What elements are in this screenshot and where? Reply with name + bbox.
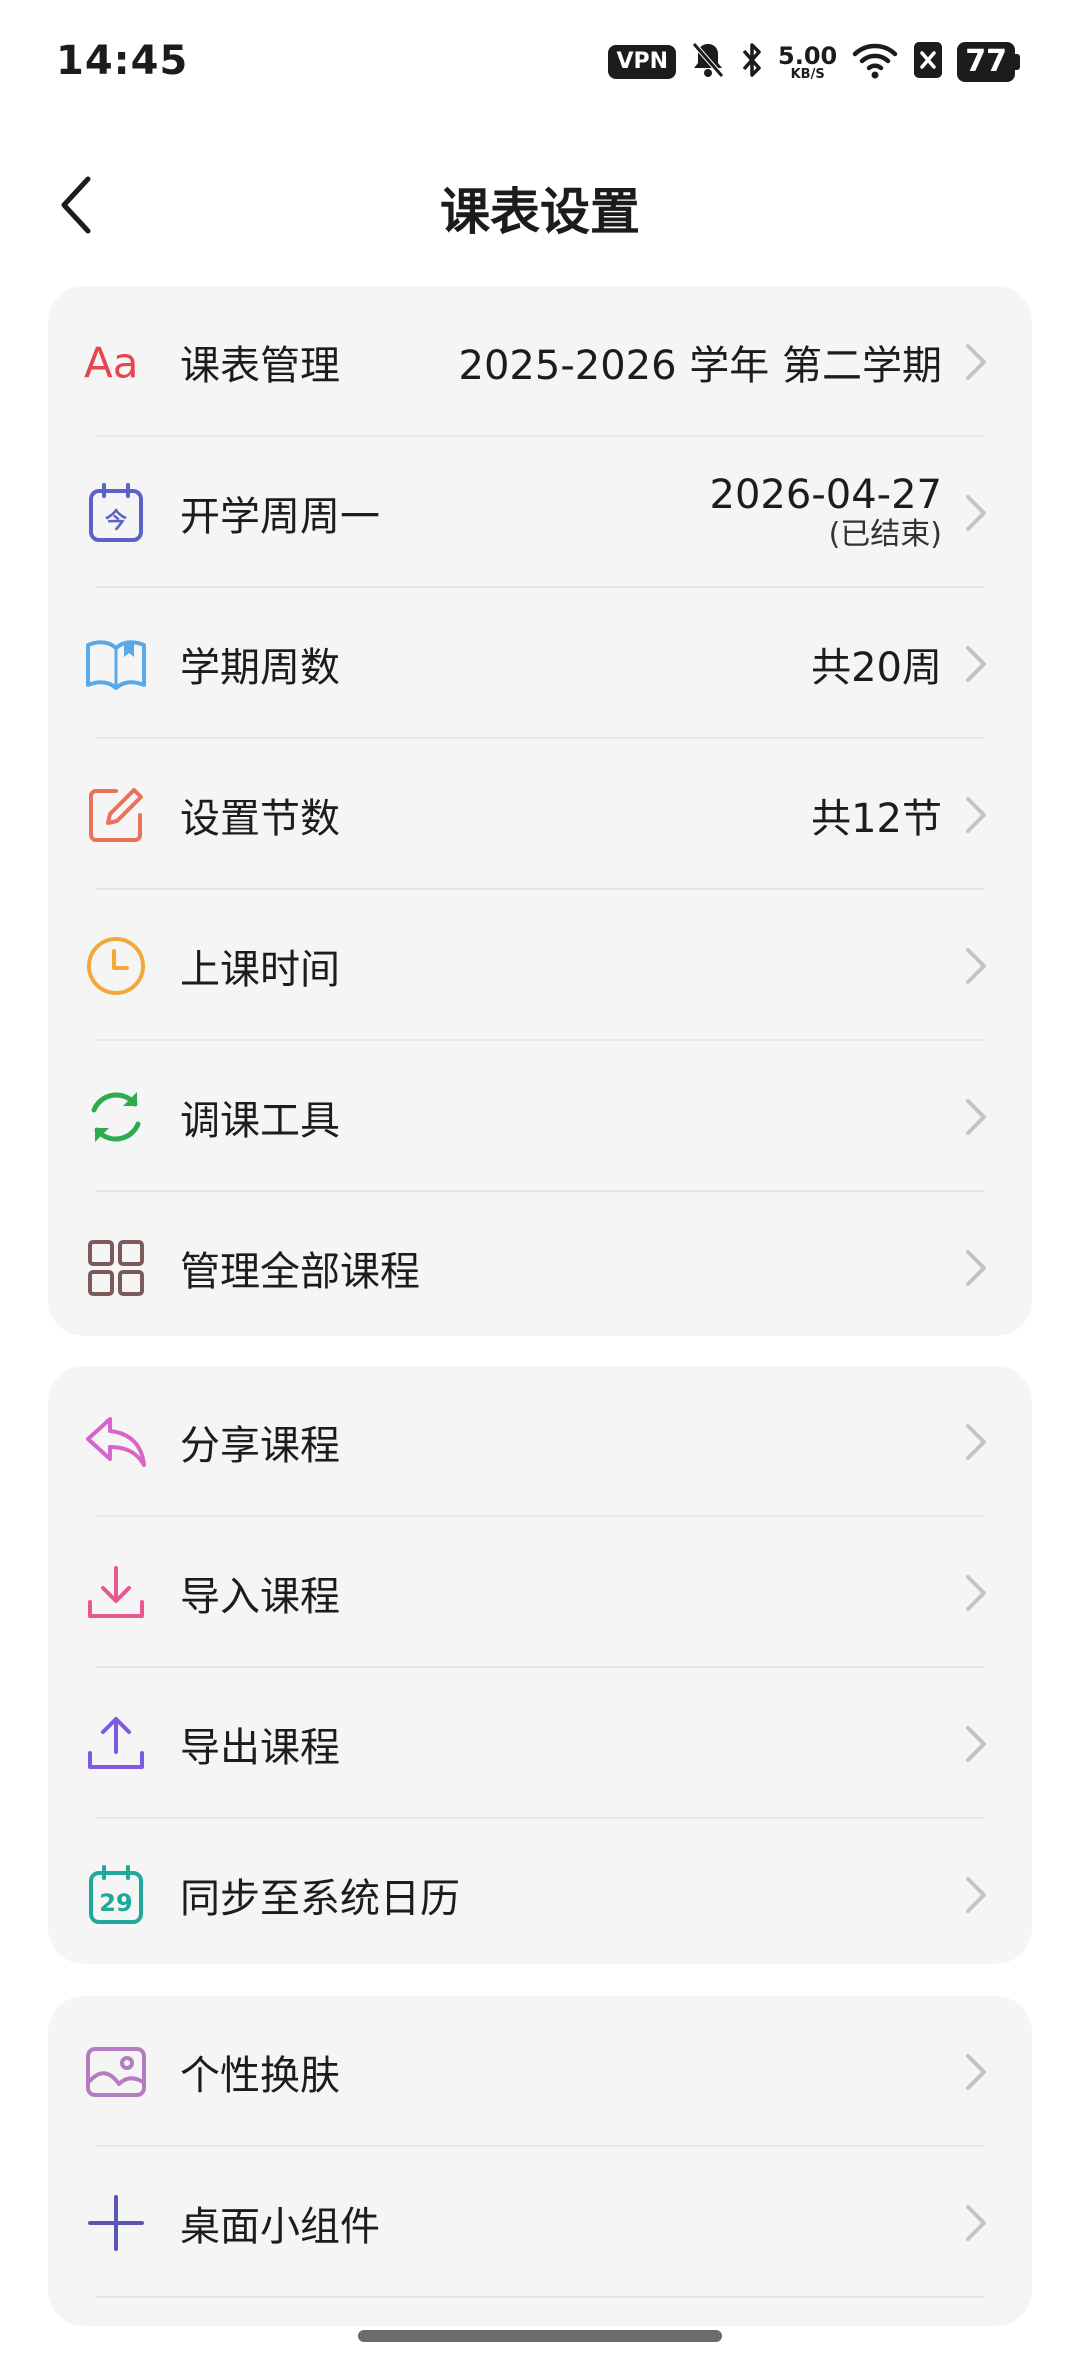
row-class-time[interactable]: 上课时间 [48, 890, 1032, 1041]
row-label: 开学周周一 [180, 493, 380, 540]
plus-icon [84, 2191, 148, 2255]
edit-icon [84, 783, 148, 847]
upload-icon [84, 1712, 148, 1776]
chevron-right-icon [966, 1726, 986, 1762]
row-label: 桌面小组件 [180, 2203, 380, 2250]
row-term-start[interactable]: 今 开学周周一 2026-04-27 (已结束) [48, 437, 1032, 588]
chevron-right-icon [966, 1877, 986, 1913]
status-time: 14:45 [56, 38, 189, 84]
sim-off-icon [913, 41, 943, 83]
battery-level: 77 [957, 42, 1015, 82]
wifi-icon [851, 41, 899, 83]
status-bar: 14:45 VPN 5.00 KB/S 77 [0, 0, 1080, 120]
row-label: 导出课程 [180, 1724, 340, 1771]
row-schedule-manage[interactable]: Aa 课表管理 2025-2026 学年 第二学期 [48, 286, 1032, 437]
row-label: 导入课程 [180, 1573, 340, 1620]
row-label: 管理全部课程 [180, 1248, 420, 1295]
chevron-right-icon [966, 2054, 986, 2090]
term-start-date: 2026-04-27 [709, 471, 942, 518]
chevron-right-icon [966, 1099, 986, 1135]
chevron-right-icon [966, 948, 986, 984]
download-icon [84, 1561, 148, 1625]
bluetooth-icon [740, 40, 764, 84]
row-term-weeks[interactable]: 学期周数 共20周 [48, 588, 1032, 739]
row-label: 学期周数 [180, 644, 340, 691]
battery-icon: 77 [957, 42, 1020, 82]
bell-off-icon [690, 40, 726, 84]
status-icons: VPN 5.00 KB/S 77 [608, 40, 1020, 84]
clock-icon [84, 934, 148, 998]
schedule-settings-card: Aa 课表管理 2025-2026 学年 第二学期 今 开学周周一 2026-0… [48, 286, 1032, 1336]
chevron-right-icon [966, 1424, 986, 1460]
chevron-right-icon [966, 344, 986, 380]
book-icon [84, 632, 148, 696]
image-icon [84, 2040, 148, 2104]
chevron-right-icon [966, 2205, 986, 2241]
share-icon [84, 1410, 148, 1474]
row-export-courses[interactable]: 导出课程 [48, 1668, 1032, 1819]
row-label: 上课时间 [180, 946, 340, 993]
vpn-icon: VPN [608, 45, 677, 79]
term-status: (已结束) [828, 516, 942, 552]
row-class-count[interactable]: 设置节数 共12节 [48, 739, 1032, 890]
app-header: 课表设置 [0, 160, 1080, 250]
row-label: 设置节数 [180, 795, 340, 842]
row-widgets[interactable]: 桌面小组件 [48, 2147, 1032, 2298]
network-speed: 5.00 KB/S [778, 44, 837, 81]
row-value: 2025-2026 学年 第二学期 [458, 342, 942, 389]
chevron-right-icon [966, 495, 986, 531]
row-skin[interactable]: 个性换肤 [48, 1996, 1032, 2147]
calendar-29-icon: 29 [84, 1863, 148, 1927]
row-label: 分享课程 [180, 1422, 340, 1469]
row-value: 共20周 [811, 644, 942, 691]
svg-text:Aa: Aa [84, 339, 139, 387]
divider [96, 2296, 984, 2298]
row-label: 同步至系统日历 [180, 1875, 460, 1922]
refresh-icon [84, 1085, 148, 1149]
speed-value: 5.00 [778, 41, 838, 70]
font-aa-icon: Aa [84, 330, 148, 394]
chevron-right-icon [966, 1575, 986, 1611]
home-indicator[interactable] [358, 2330, 722, 2342]
svg-text:今: 今 [105, 508, 127, 534]
calendar-today-icon: 今 [84, 481, 148, 545]
row-reschedule-tool[interactable]: 调课工具 [48, 1041, 1032, 1192]
grid-icon [84, 1236, 148, 1300]
calendar-day-number: 29 [99, 1889, 132, 1917]
row-import-courses[interactable]: 导入课程 [48, 1517, 1032, 1668]
row-value: 共12节 [811, 795, 942, 842]
row-label: 课表管理 [180, 342, 340, 389]
course-io-card: 分享课程 导入课程 导出课程 29 同步至系统日历 [48, 1366, 1032, 1964]
row-value: 2026-04-27 (已结束) [710, 473, 942, 553]
personalize-card: 个性换肤 桌面小组件 [48, 1996, 1032, 2326]
row-label: 个性换肤 [180, 2052, 340, 2099]
row-manage-courses[interactable]: 管理全部课程 [48, 1192, 1032, 1343]
chevron-right-icon [966, 1250, 986, 1286]
row-label: 调课工具 [180, 1097, 340, 1144]
row-sync-calendar[interactable]: 29 同步至系统日历 [48, 1819, 1032, 1970]
row-share-courses[interactable]: 分享课程 [48, 1366, 1032, 1517]
chevron-right-icon [966, 797, 986, 833]
chevron-right-icon [966, 646, 986, 682]
page-title: 课表设置 [440, 183, 640, 241]
speed-unit: KB/S [790, 66, 825, 82]
